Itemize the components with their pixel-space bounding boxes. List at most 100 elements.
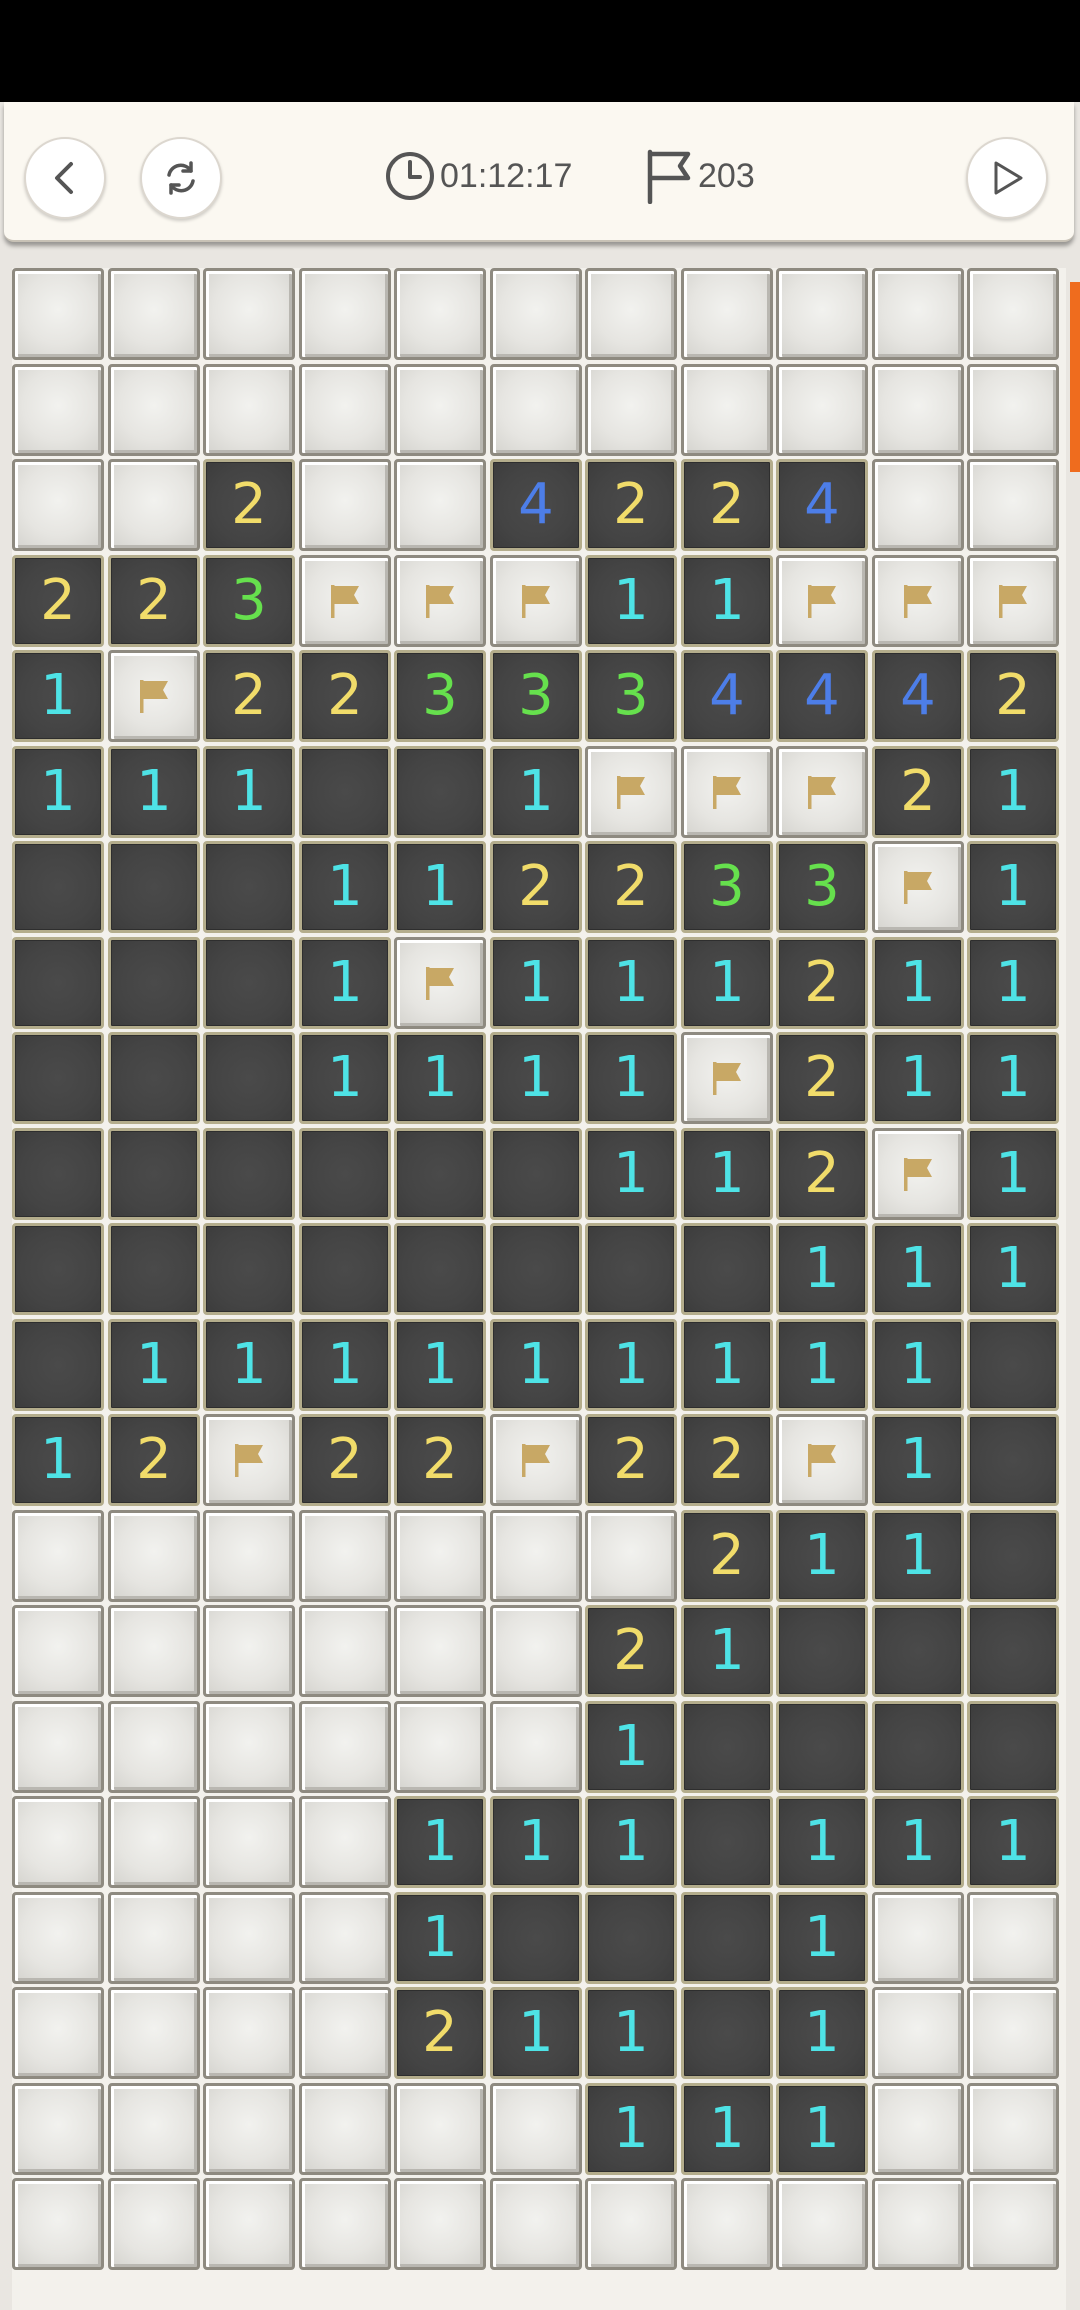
covered-tile[interactable] (490, 268, 582, 360)
opened-tile-number[interactable]: 3 (490, 650, 582, 742)
restart-button[interactable] (140, 137, 222, 219)
covered-tile[interactable] (203, 1987, 295, 2079)
covered-tile[interactable] (967, 1892, 1059, 1984)
covered-tile[interactable] (394, 1605, 486, 1697)
covered-tile[interactable] (776, 268, 868, 360)
covered-tile[interactable] (776, 364, 868, 456)
covered-tile[interactable] (203, 1892, 295, 1984)
opened-tile-number[interactable]: 1 (299, 937, 391, 1029)
covered-tile[interactable] (394, 1510, 486, 1602)
opened-tile-number[interactable]: 1 (681, 1128, 773, 1220)
opened-tile-blank[interactable] (967, 1510, 1059, 1602)
opened-tile-number[interactable]: 4 (490, 459, 582, 551)
covered-tile[interactable] (872, 1892, 964, 1984)
opened-tile-number[interactable]: 3 (394, 650, 486, 742)
back-button[interactable] (24, 137, 106, 219)
opened-tile-number[interactable]: 4 (776, 650, 868, 742)
opened-tile-blank[interactable] (203, 937, 295, 1029)
opened-tile-number[interactable]: 2 (299, 1414, 391, 1506)
flagged-tile[interactable] (872, 555, 964, 647)
covered-tile[interactable] (394, 268, 486, 360)
opened-tile-number[interactable]: 1 (490, 1319, 582, 1411)
opened-tile-number[interactable]: 2 (108, 1414, 200, 1506)
covered-tile[interactable] (203, 2178, 295, 2270)
opened-tile-blank[interactable] (299, 1223, 391, 1315)
opened-tile-number[interactable]: 2 (108, 555, 200, 647)
opened-tile-number[interactable]: 1 (776, 1510, 868, 1602)
opened-tile-blank[interactable] (681, 1701, 773, 1793)
covered-tile[interactable] (490, 364, 582, 456)
opened-tile-number[interactable]: 1 (681, 1605, 773, 1697)
covered-tile[interactable] (967, 1987, 1059, 2079)
opened-tile-number[interactable]: 1 (585, 555, 677, 647)
covered-tile[interactable] (299, 2083, 391, 2175)
opened-tile-number[interactable]: 1 (490, 937, 582, 1029)
covered-tile[interactable] (967, 364, 1059, 456)
opened-tile-number[interactable]: 2 (872, 746, 964, 838)
flagged-tile[interactable] (394, 937, 486, 1029)
opened-tile-number[interactable]: 1 (490, 1796, 582, 1888)
opened-tile-number[interactable]: 1 (776, 2083, 868, 2175)
opened-tile-number[interactable]: 1 (203, 1319, 295, 1411)
covered-tile[interactable] (108, 1892, 200, 1984)
opened-tile-number[interactable]: 1 (585, 1796, 677, 1888)
opened-tile-number[interactable]: 1 (872, 1414, 964, 1506)
opened-tile-number[interactable]: 1 (776, 1892, 868, 1984)
covered-tile[interactable] (203, 1796, 295, 1888)
opened-tile-number[interactable]: 2 (776, 1128, 868, 1220)
covered-tile[interactable] (394, 1701, 486, 1793)
covered-tile[interactable] (967, 2083, 1059, 2175)
opened-tile-number[interactable]: 3 (681, 841, 773, 933)
opened-tile-number[interactable]: 3 (776, 841, 868, 933)
covered-tile[interactable] (12, 1796, 104, 1888)
covered-tile[interactable] (108, 268, 200, 360)
opened-tile-blank[interactable] (12, 1128, 104, 1220)
opened-tile-number[interactable]: 1 (490, 1987, 582, 2079)
covered-tile[interactable] (12, 268, 104, 360)
opened-tile-blank[interactable] (12, 841, 104, 933)
opened-tile-blank[interactable] (12, 1223, 104, 1315)
covered-tile[interactable] (394, 364, 486, 456)
covered-tile[interactable] (776, 2178, 868, 2270)
covered-tile[interactable] (872, 2178, 964, 2270)
opened-tile-blank[interactable] (108, 1032, 200, 1124)
opened-tile-number[interactable]: 3 (585, 650, 677, 742)
opened-tile-number[interactable]: 1 (490, 746, 582, 838)
flagged-tile[interactable] (203, 1414, 295, 1506)
opened-tile-number[interactable]: 1 (12, 650, 104, 742)
opened-tile-number[interactable]: 4 (776, 459, 868, 551)
covered-tile[interactable] (108, 364, 200, 456)
opened-tile-number[interactable]: 1 (967, 1032, 1059, 1124)
opened-tile-number[interactable]: 1 (872, 1032, 964, 1124)
opened-tile-number[interactable]: 2 (490, 841, 582, 933)
opened-tile-blank[interactable] (490, 1128, 582, 1220)
covered-tile[interactable] (299, 1987, 391, 2079)
play-button[interactable] (966, 137, 1048, 219)
covered-tile[interactable] (12, 1605, 104, 1697)
covered-tile[interactable] (299, 268, 391, 360)
opened-tile-number[interactable]: 1 (585, 2083, 677, 2175)
covered-tile[interactable] (299, 1796, 391, 1888)
opened-tile-blank[interactable] (872, 1605, 964, 1697)
opened-tile-number[interactable]: 2 (585, 1605, 677, 1697)
covered-tile[interactable] (299, 1701, 391, 1793)
opened-tile-number[interactable]: 2 (776, 937, 868, 1029)
covered-tile[interactable] (299, 1510, 391, 1602)
covered-tile[interactable] (108, 2083, 200, 2175)
opened-tile-number[interactable]: 2 (203, 650, 295, 742)
flagged-tile[interactable] (108, 650, 200, 742)
opened-tile-blank[interactable] (108, 1223, 200, 1315)
opened-tile-number[interactable]: 1 (967, 1128, 1059, 1220)
opened-tile-blank[interactable] (490, 1892, 582, 1984)
opened-tile-number[interactable]: 1 (203, 746, 295, 838)
opened-tile-number[interactable]: 1 (108, 1319, 200, 1411)
opened-tile-number[interactable]: 1 (585, 1032, 677, 1124)
covered-tile[interactable] (299, 364, 391, 456)
opened-tile-number[interactable]: 1 (872, 937, 964, 1029)
opened-tile-number[interactable]: 1 (776, 1319, 868, 1411)
covered-tile[interactable] (585, 268, 677, 360)
covered-tile[interactable] (12, 1510, 104, 1602)
flagged-tile[interactable] (585, 746, 677, 838)
opened-tile-number[interactable]: 2 (12, 555, 104, 647)
opened-tile-number[interactable]: 1 (776, 1796, 868, 1888)
